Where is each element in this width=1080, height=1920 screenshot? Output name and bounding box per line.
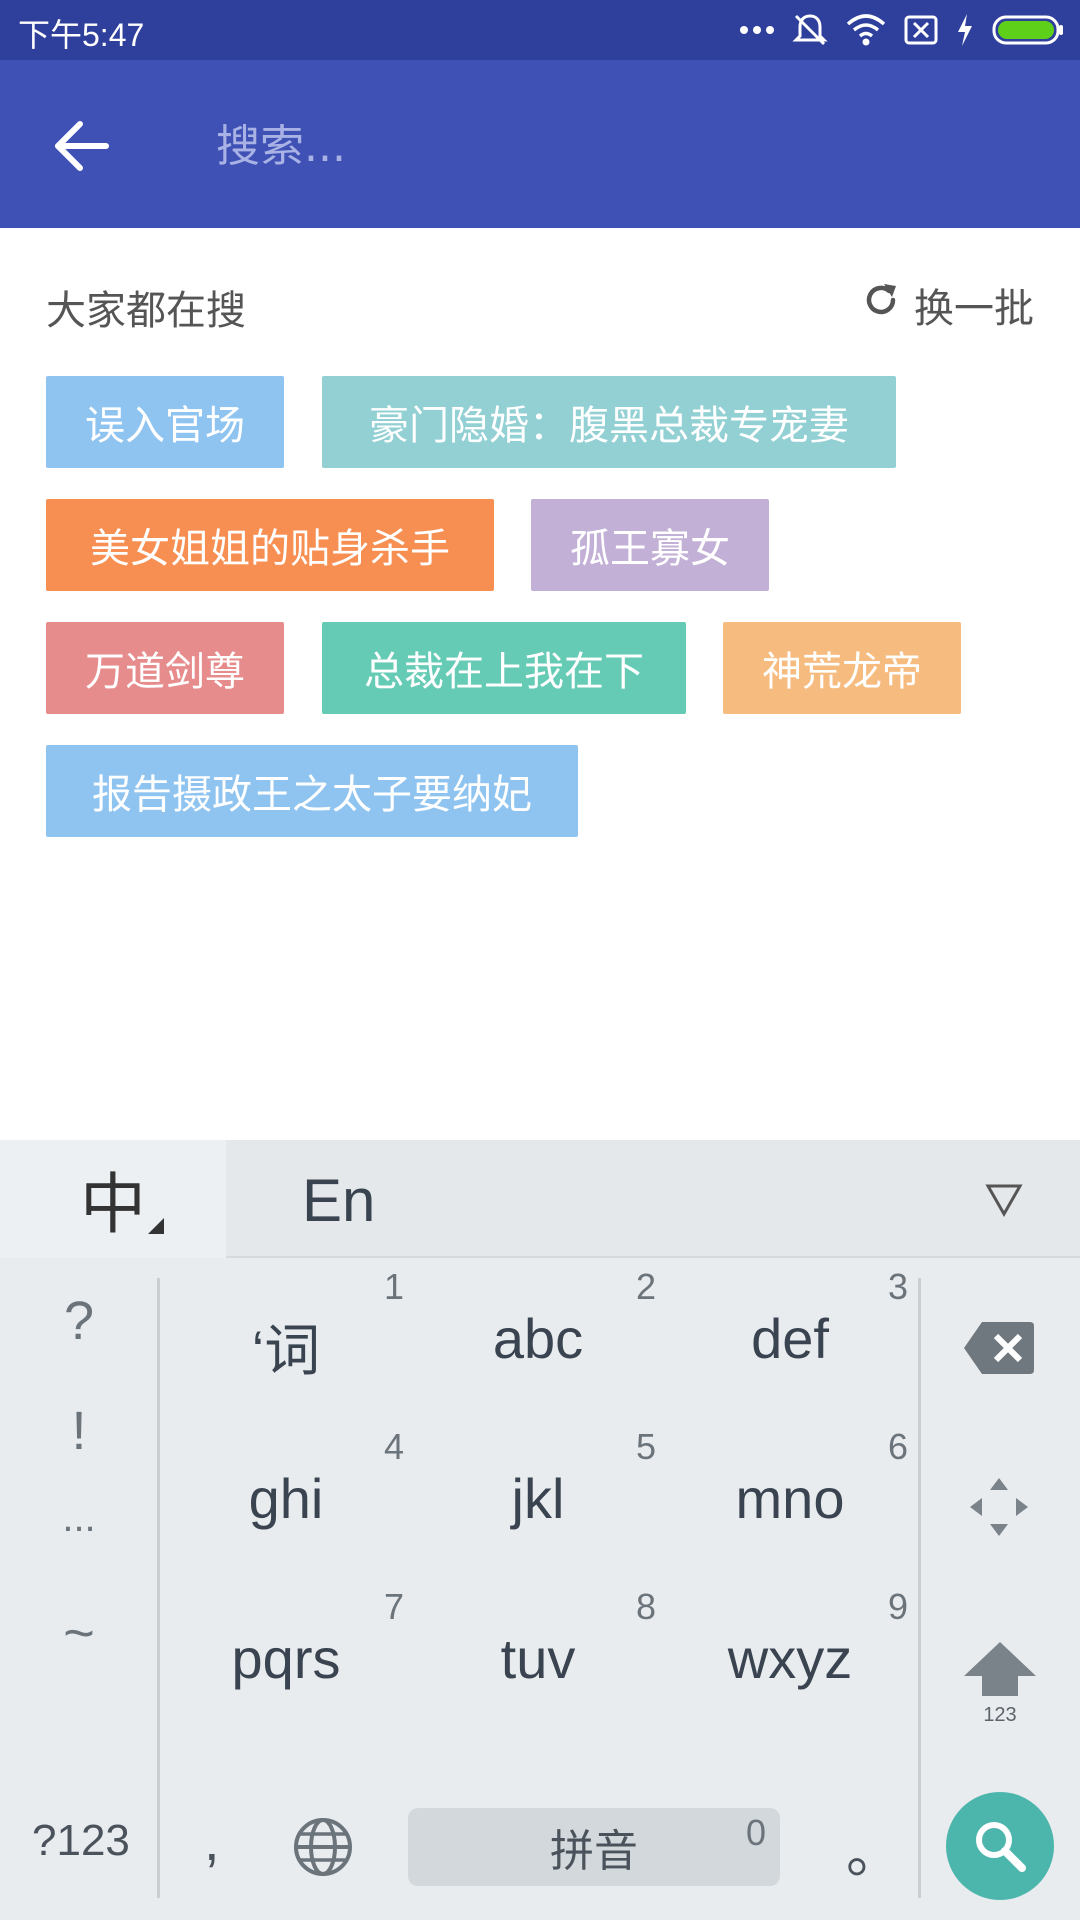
key-label: tuv xyxy=(500,1627,576,1690)
key-number: 6 xyxy=(887,1426,908,1467)
mute-icon xyxy=(792,12,828,48)
cursor-move-icon[interactable] xyxy=(968,1476,1030,1542)
t9-key-1[interactable]: ‘词 1 xyxy=(160,1260,412,1420)
period-key[interactable]: 。 xyxy=(846,1808,902,1889)
comma-key[interactable]: , xyxy=(204,1808,220,1873)
hot-tag[interactable]: 报告摄政王之太子要纳妃 xyxy=(46,745,578,837)
t9-key-5[interactable]: jkl 5 xyxy=(412,1420,664,1580)
key-number: 9 xyxy=(887,1586,908,1627)
hot-tag[interactable]: 总裁在上我在下 xyxy=(322,622,686,714)
t9-key-9[interactable]: wxyz 9 xyxy=(664,1580,916,1740)
key-number: 7 xyxy=(383,1586,404,1627)
symbol-exclamation-key[interactable]: ! xyxy=(0,1400,158,1462)
hot-tag[interactable]: 误入官场 xyxy=(46,376,284,468)
key-number: 5 xyxy=(635,1426,656,1467)
t9-key-2[interactable]: abc 2 xyxy=(412,1260,664,1420)
key-label: def xyxy=(751,1307,829,1370)
battery-icon xyxy=(992,14,1064,46)
search-input[interactable] xyxy=(216,114,996,178)
key-label: wxyz xyxy=(727,1627,853,1690)
space-key[interactable]: 拼音 0 xyxy=(408,1808,780,1886)
more-dots-icon xyxy=(740,25,774,35)
keyboard-search-button[interactable] xyxy=(946,1792,1054,1900)
t9-key-7[interactable]: pqrs 7 xyxy=(160,1580,412,1740)
t9-key-3[interactable]: def 3 xyxy=(664,1260,916,1420)
mode-123-key[interactable]: ?123 xyxy=(32,1816,130,1866)
symbol-tilde-key[interactable]: ~ xyxy=(0,1602,158,1664)
hot-tag[interactable]: 万道剑尊 xyxy=(46,622,284,714)
symbol-question-key[interactable]: ? xyxy=(0,1290,158,1352)
space-label: 拼音 xyxy=(550,1826,638,1877)
key-number: 3 xyxy=(887,1266,908,1307)
corner-triangle-icon xyxy=(148,1218,164,1234)
lang-english-key[interactable]: En xyxy=(302,1166,375,1235)
refresh-label: 换一批 xyxy=(914,286,1034,332)
keyboard-bottom-row: ?123 , 拼音 0 。 xyxy=(0,1764,1080,1920)
key-label: ‘词 xyxy=(251,1319,321,1382)
search-icon xyxy=(976,1822,1026,1872)
symbol-ellipsis-key[interactable]: ... xyxy=(0,1496,158,1541)
t9-key-8[interactable]: tuv 8 xyxy=(412,1580,664,1740)
lang-chinese-key[interactable]: 中 xyxy=(0,1140,226,1258)
no-sim-icon xyxy=(904,15,938,45)
key-label: mno xyxy=(735,1467,845,1530)
globe-icon[interactable] xyxy=(292,1816,354,1883)
refresh-icon xyxy=(862,281,900,329)
key-number: 8 xyxy=(635,1586,656,1627)
keyboard: 中 En ? ! ... ~ ‘词 1 abc 2 def 3 ghi 4 jkl 5 m… xyxy=(0,1140,1080,1920)
refresh-button[interactable]: 换一批 xyxy=(862,276,1034,334)
arrow-back-icon[interactable] xyxy=(52,116,112,176)
shift-arrow-icon xyxy=(964,1642,1036,1696)
hot-tag[interactable]: 孤王寡女 xyxy=(531,499,769,591)
lang-chinese-label: 中 xyxy=(80,1166,146,1243)
app-bar xyxy=(0,60,1080,228)
key-label: pqrs xyxy=(231,1627,341,1690)
space-number: 0 xyxy=(745,1812,766,1853)
keyboard-top-bar: 中 En xyxy=(0,1140,1080,1258)
t9-key-4[interactable]: ghi 4 xyxy=(160,1420,412,1580)
status-time: 下午5:47 xyxy=(18,17,145,53)
hot-tag[interactable]: 美女姐姐的贴身杀手 xyxy=(46,499,494,591)
status-icons xyxy=(740,10,1064,50)
shift-key[interactable]: 123 xyxy=(960,1640,1040,1727)
key-number: 2 xyxy=(635,1266,656,1307)
charging-icon xyxy=(956,14,974,46)
key-label: ghi xyxy=(248,1467,324,1530)
key-label: jkl xyxy=(511,1467,565,1530)
hot-tag[interactable]: 豪门隐婚：腹黑总裁专宠妻 xyxy=(322,376,896,468)
shift-123-label: 123 xyxy=(983,1704,1017,1726)
wifi-icon xyxy=(846,14,886,46)
backspace-icon[interactable] xyxy=(962,1320,1036,1380)
key-number: 4 xyxy=(383,1426,404,1467)
key-label: abc xyxy=(492,1307,584,1370)
t9-key-6[interactable]: mno 6 xyxy=(664,1420,916,1580)
key-number: 1 xyxy=(383,1266,404,1307)
keyboard-collapse-icon[interactable] xyxy=(984,1182,1024,1222)
hot-search-title: 大家都在搜 xyxy=(46,288,246,334)
hot-tag[interactable]: 神荒龙帝 xyxy=(723,622,961,714)
status-bar: 下午5:47 xyxy=(0,0,1080,60)
